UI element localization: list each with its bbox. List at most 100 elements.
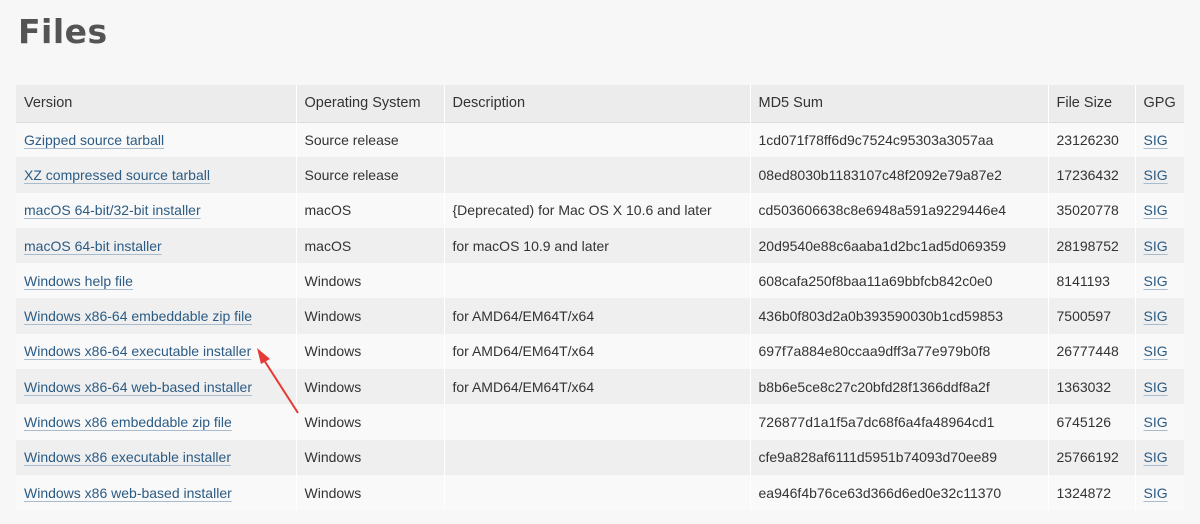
cell-version: Windows x86-64 web-based installer xyxy=(16,369,297,405)
version-link[interactable]: XZ compressed source tarball xyxy=(24,167,210,183)
cell-gpg: SIG xyxy=(1135,122,1184,157)
cell-os: macOS xyxy=(296,227,445,264)
cell-size: 26777448 xyxy=(1048,333,1136,370)
sig-link[interactable]: SIG xyxy=(1144,132,1168,148)
version-link[interactable]: Windows help file xyxy=(24,273,133,289)
sig-link[interactable]: SIG xyxy=(1144,273,1168,289)
cell-gpg: SIG xyxy=(1135,475,1184,510)
cell-version: Windows x86-64 executable installer xyxy=(16,333,297,370)
version-link[interactable]: Windows x86-64 embeddable zip file xyxy=(24,308,252,324)
cell-version: Windows x86 web-based installer xyxy=(16,474,297,511)
cell-size: 25766192 xyxy=(1048,439,1136,475)
sig-link[interactable]: SIG xyxy=(1144,449,1168,465)
page-title: Files xyxy=(18,12,108,51)
cell-description xyxy=(444,157,751,193)
cell-size: 28198752 xyxy=(1048,227,1136,264)
files-page: Files Version Operating System Descripti… xyxy=(0,0,1200,524)
cell-os: Windows xyxy=(296,439,445,475)
table-row: macOS 64-bit installer macOS for macOS 1… xyxy=(16,227,1184,264)
cell-md5: 726877d1a1f5a7dc68f6a4fa48964cd1 xyxy=(750,404,1049,440)
cell-version: Gzipped source tarball xyxy=(16,122,297,158)
table-row: Windows help file Windows 608cafa250f8ba… xyxy=(16,263,1184,299)
cell-md5: ea946f4b76ce63d366d6ed0e32c11370 xyxy=(750,474,1049,511)
cell-description: for AMD64/EM64T/x64 xyxy=(444,333,751,370)
cell-version: Windows help file xyxy=(16,263,297,299)
header-version: Version xyxy=(16,85,297,122)
cell-gpg: SIG xyxy=(1135,157,1184,192)
version-link[interactable]: Gzipped source tarball xyxy=(24,132,164,148)
cell-version: XZ compressed source tarball xyxy=(16,157,297,193)
cell-size: 35020778 xyxy=(1048,192,1136,228)
sig-link[interactable]: SIG xyxy=(1144,414,1168,430)
cell-size: 1324872 xyxy=(1048,474,1136,511)
cell-gpg: SIG xyxy=(1135,228,1184,263)
cell-size: 23126230 xyxy=(1048,122,1136,158)
version-link[interactable]: macOS 64-bit/32-bit installer xyxy=(24,202,201,218)
cell-md5: 436b0f803d2a0b393590030b1cd59853 xyxy=(750,298,1049,334)
version-link[interactable]: Windows x86-64 executable installer xyxy=(24,343,251,359)
table-row: Windows x86 web-based installer Windows … xyxy=(16,474,1184,511)
sig-link[interactable]: SIG xyxy=(1144,485,1168,501)
cell-description xyxy=(444,474,751,511)
cell-size: 17236432 xyxy=(1048,157,1136,193)
cell-version: Windows x86 executable installer xyxy=(16,439,297,475)
version-link[interactable]: Windows x86 executable installer xyxy=(24,449,231,465)
cell-md5: cfe9a828af6111d5951b74093d70ee89 xyxy=(750,439,1049,475)
cell-size: 1363032 xyxy=(1048,369,1136,405)
header-operating-system: Operating System xyxy=(296,85,445,122)
sig-link[interactable]: SIG xyxy=(1144,167,1168,183)
table-row: Windows x86-64 web-based installer Windo… xyxy=(16,369,1184,405)
version-link[interactable]: macOS 64-bit installer xyxy=(24,238,162,254)
cell-os: Source release xyxy=(296,157,445,193)
sig-link[interactable]: SIG xyxy=(1144,379,1168,395)
files-table: Version Operating System Description MD5… xyxy=(16,85,1184,511)
cell-version: macOS 64-bit/32-bit installer xyxy=(16,192,297,228)
sig-link[interactable]: SIG xyxy=(1144,202,1168,218)
cell-gpg: SIG xyxy=(1135,263,1184,298)
sig-link[interactable]: SIG xyxy=(1144,308,1168,324)
cell-gpg: SIG xyxy=(1135,369,1184,404)
cell-description: {Deprecated) for Mac OS X 10.6 and later xyxy=(444,192,751,228)
version-link[interactable]: Windows x86 embeddable zip file xyxy=(24,414,232,430)
cell-gpg: SIG xyxy=(1135,440,1184,475)
cell-gpg: SIG xyxy=(1135,334,1184,369)
cell-version: Windows x86 embeddable zip file xyxy=(16,404,297,440)
table-row: Windows x86-64 executable installer Wind… xyxy=(16,333,1184,370)
cell-description: for AMD64/EM64T/x64 xyxy=(444,298,751,334)
header-md5-sum: MD5 Sum xyxy=(750,85,1049,122)
table-row: Windows x86-64 embeddable zip file Windo… xyxy=(16,298,1184,334)
cell-md5: 1cd071f78ff6d9c7524c95303a3057aa xyxy=(750,122,1049,158)
sig-link[interactable]: SIG xyxy=(1144,343,1168,359)
cell-os: Windows xyxy=(296,369,445,405)
cell-description: for AMD64/EM64T/x64 xyxy=(444,369,751,405)
cell-os: Source release xyxy=(296,122,445,158)
header-gpg: GPG xyxy=(1143,95,1176,112)
cell-description xyxy=(444,439,751,475)
cell-description: for macOS 10.9 and later xyxy=(444,227,751,264)
version-link[interactable]: Windows x86 web-based installer xyxy=(24,485,232,501)
cell-description xyxy=(444,122,751,158)
cell-description xyxy=(444,263,751,299)
table-header-row: Version Operating System Description MD5… xyxy=(16,85,1184,122)
version-link[interactable]: Windows x86-64 web-based installer xyxy=(24,379,252,395)
sig-link[interactable]: SIG xyxy=(1144,238,1168,254)
cell-os: Windows xyxy=(296,263,445,299)
cell-gpg: SIG xyxy=(1135,298,1184,333)
cell-os: Windows xyxy=(296,474,445,511)
cell-version: macOS 64-bit installer xyxy=(16,227,297,264)
cell-md5: 608cafa250f8baa11a69bbfcb842c0e0 xyxy=(750,263,1049,299)
table-row: Windows x86 embeddable zip file Windows … xyxy=(16,404,1184,440)
cell-os: macOS xyxy=(296,192,445,228)
table-row: XZ compressed source tarball Source rele… xyxy=(16,157,1184,193)
cell-md5: b8b6e5ce8c27c20bfd28f1366ddf8a2f xyxy=(750,369,1049,405)
cell-md5: 20d9540e88c6aaba1d2bc1ad5d069359 xyxy=(750,227,1049,264)
cell-gpg: SIG xyxy=(1135,404,1184,439)
cell-os: Windows xyxy=(296,333,445,370)
cell-size: 8141193 xyxy=(1048,263,1136,299)
table-row: macOS 64-bit/32-bit installer macOS {Dep… xyxy=(16,192,1184,228)
cell-size: 7500597 xyxy=(1048,298,1136,334)
header-description: Description xyxy=(444,85,751,122)
header-file-size: File Size xyxy=(1048,85,1136,122)
table-row: Gzipped source tarball Source release 1c… xyxy=(16,122,1184,158)
cell-md5: cd503606638c8e6948a591a9229446e4 xyxy=(750,192,1049,228)
